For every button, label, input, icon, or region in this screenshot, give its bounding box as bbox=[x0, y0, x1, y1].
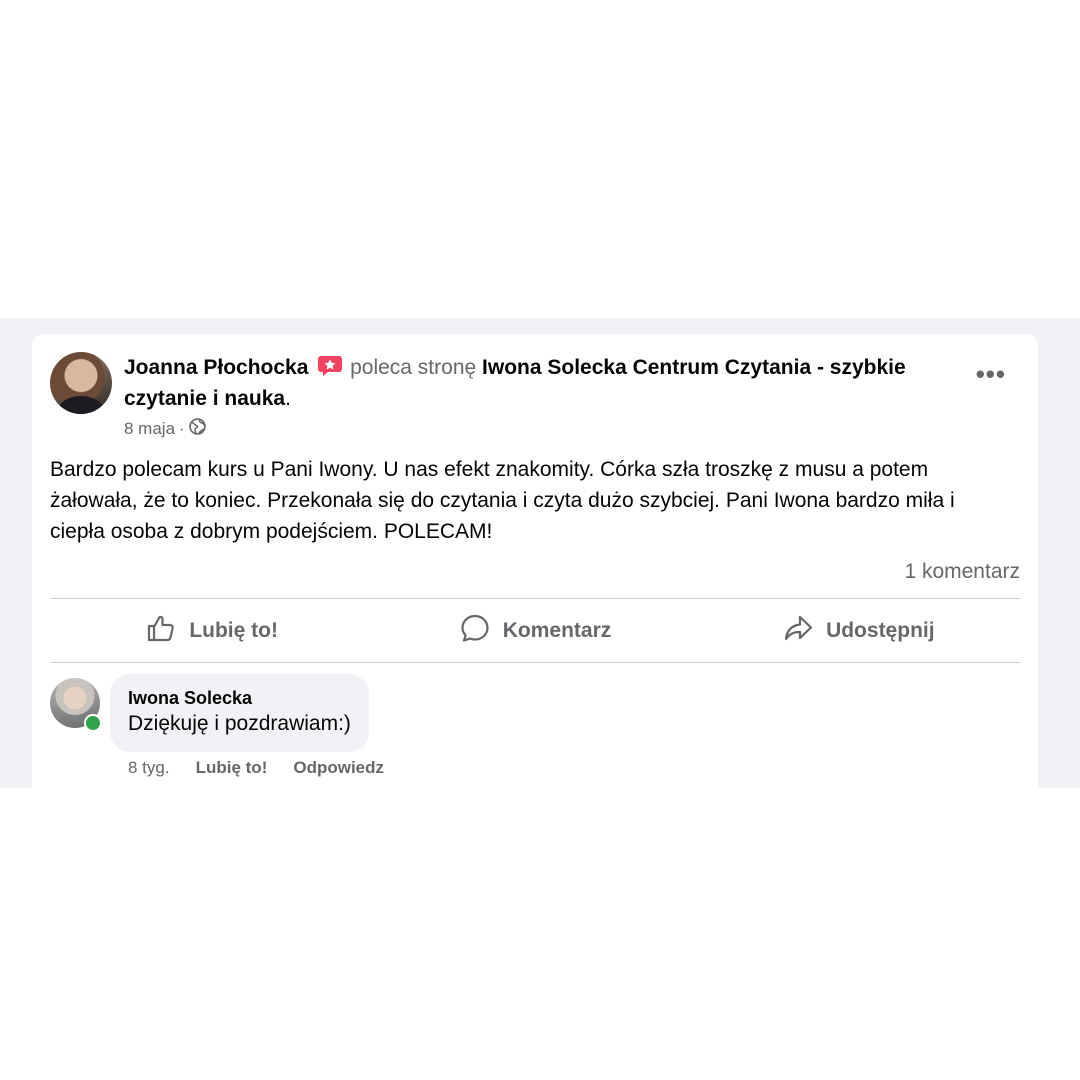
comment-text: Dziękuję i pozdrawiam:) bbox=[128, 712, 351, 735]
avatar-figure bbox=[58, 396, 104, 414]
comment-bubble-icon bbox=[459, 612, 491, 650]
post-card: Joanna Płochocka poleca stronę Iwona Sol… bbox=[32, 334, 1038, 788]
post-meta: 8 maja · bbox=[124, 418, 206, 440]
feed-background: Joanna Płochocka poleca stronę Iwona Sol… bbox=[0, 318, 1080, 788]
post-actions: Lubię to! Komentarz Udostępnij bbox=[50, 600, 1020, 662]
post-header: Joanna Płochocka poleca stronę Iwona Sol… bbox=[124, 352, 964, 414]
like-button[interactable]: Lubię to! bbox=[50, 600, 373, 662]
comment-bubble: Iwona Solecka Dziękuję i pozdrawiam:) bbox=[110, 674, 369, 752]
comment-label: Komentarz bbox=[502, 619, 612, 642]
recommend-verb: poleca stronę bbox=[350, 356, 477, 379]
online-status-dot bbox=[84, 714, 102, 732]
author-name[interactable]: Joanna Płochocka bbox=[124, 356, 308, 379]
share-arrow-icon bbox=[782, 612, 814, 650]
post-body: Bardzo polecam kurs u Pani Iwony. U nas … bbox=[50, 458, 955, 543]
commenter-name[interactable]: Iwona Solecka bbox=[128, 686, 351, 710]
thumbs-up-icon bbox=[145, 612, 177, 650]
comment-count-link[interactable]: 1 komentarz bbox=[904, 560, 1020, 584]
divider-top bbox=[50, 598, 1020, 599]
post-date[interactable]: 8 maja bbox=[124, 419, 175, 439]
divider-bottom bbox=[50, 662, 1020, 663]
header-period: . bbox=[285, 387, 291, 410]
comment-reply-button[interactable]: Odpowiedz bbox=[293, 758, 384, 778]
globe-icon bbox=[188, 418, 206, 440]
author-avatar[interactable] bbox=[50, 352, 112, 414]
share-button[interactable]: Udostępnij bbox=[697, 600, 1020, 662]
meta-separator: · bbox=[179, 419, 185, 438]
comment-like-button[interactable]: Lubię to! bbox=[196, 758, 268, 778]
recommend-star-icon bbox=[318, 355, 343, 377]
like-label: Lubię to! bbox=[189, 619, 278, 642]
comment-button[interactable]: Komentarz bbox=[373, 600, 696, 662]
comment-meta: 8 tyg. Lubię to! Odpowiedz bbox=[128, 758, 384, 778]
more-options-button[interactable]: ••• bbox=[976, 361, 1006, 387]
share-label: Udostępnij bbox=[826, 619, 935, 642]
comment-time[interactable]: 8 tyg. bbox=[128, 758, 170, 778]
